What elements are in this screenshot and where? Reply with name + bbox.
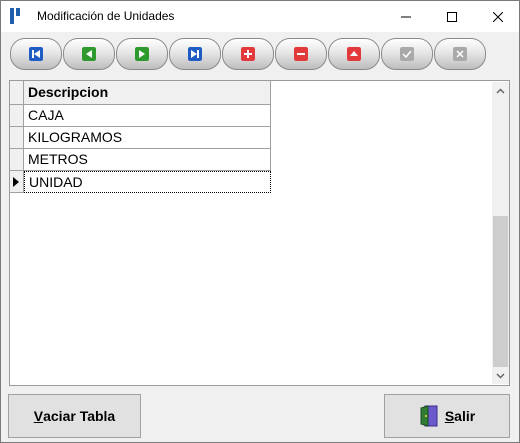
- cancel-record-button[interactable]: [434, 38, 486, 70]
- first-icon: [29, 47, 43, 61]
- minimize-icon: [401, 16, 411, 17]
- salir-label: alir: [454, 408, 476, 424]
- next-icon: [135, 47, 149, 61]
- data-grid[interactable]: Descripcion CAJA KILOGRAMOS METROS UNIDA…: [9, 80, 510, 386]
- vaciar-label: aciar Tabla: [43, 408, 116, 424]
- check-icon: [400, 47, 414, 61]
- chevron-up-icon: [496, 88, 505, 93]
- post-record-button[interactable]: [381, 38, 433, 70]
- vertical-scrollbar[interactable]: [492, 82, 509, 384]
- app-window: Modificación de Unidades Descripcion CAJ…: [0, 0, 520, 443]
- minimize-button[interactable]: [383, 1, 429, 32]
- db-navigator: [1, 38, 519, 70]
- scroll-down-button[interactable]: [492, 367, 509, 384]
- vaciar-accelerator: V: [33, 408, 44, 424]
- last-record-button[interactable]: [169, 38, 221, 70]
- last-icon: [188, 47, 202, 61]
- row-indicator[interactable]: [10, 149, 24, 171]
- app-icon: [10, 8, 20, 24]
- row-indicator[interactable]: [10, 127, 24, 149]
- current-row-pointer-icon: [13, 177, 19, 187]
- table-row-selected[interactable]: UNIDAD: [24, 171, 271, 193]
- insert-record-button[interactable]: [222, 38, 274, 70]
- delete-record-button[interactable]: [275, 38, 327, 70]
- close-icon: [493, 11, 503, 22]
- table-row[interactable]: KILOGRAMOS: [24, 127, 271, 149]
- next-record-button[interactable]: [116, 38, 168, 70]
- header-row-indicator: [10, 81, 24, 105]
- plus-icon: [241, 47, 255, 61]
- table-row[interactable]: CAJA: [24, 105, 271, 127]
- window-title: Modificación de Unidades: [37, 9, 175, 23]
- row-indicator[interactable]: [10, 105, 24, 127]
- salir-accelerator: S: [444, 408, 455, 424]
- first-record-button[interactable]: [10, 38, 62, 70]
- edit-record-button[interactable]: [328, 38, 380, 70]
- column-header-descripcion[interactable]: Descripcion: [24, 81, 271, 105]
- title-bar: Modificación de Unidades: [1, 1, 519, 32]
- vaciar-tabla-button[interactable]: Vaciar Tabla: [8, 394, 141, 438]
- exit-door-icon: [420, 405, 438, 427]
- prior-icon: [82, 47, 96, 61]
- up-icon: [347, 47, 361, 61]
- chevron-down-icon: [496, 373, 505, 378]
- salir-button[interactable]: Salir: [384, 394, 510, 438]
- row-indicator-current[interactable]: [10, 171, 24, 193]
- close-button[interactable]: [475, 1, 519, 32]
- maximize-icon: [447, 11, 457, 22]
- prior-record-button[interactable]: [63, 38, 115, 70]
- scroll-thumb[interactable]: [493, 216, 508, 367]
- scroll-up-button[interactable]: [492, 82, 509, 99]
- cancel-icon: [453, 47, 467, 61]
- maximize-button[interactable]: [429, 1, 475, 32]
- table-row[interactable]: METROS: [24, 149, 271, 171]
- minus-icon: [294, 47, 308, 61]
